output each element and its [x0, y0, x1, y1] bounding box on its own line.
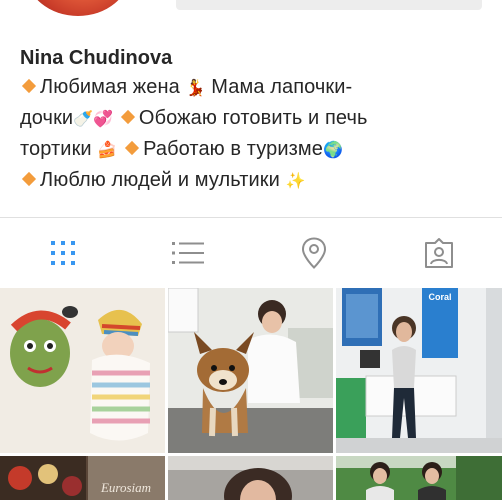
diamond-bullet-icon — [120, 109, 135, 125]
profile-header — [0, 0, 502, 40]
dancer-emoji: 💃 — [185, 78, 206, 97]
bio-text: дочки — [20, 107, 74, 129]
vet-dog-photo-image — [168, 288, 333, 453]
baby-photo-image — [0, 288, 165, 453]
bio-text: Работаю в туризме — [143, 138, 324, 160]
sparkles-emoji: ✨ — [285, 171, 306, 190]
sign-text: Eurosiam — [100, 480, 151, 495]
diamond-bullet-icon — [21, 171, 37, 187]
bio-text: Мама лапочки- — [211, 76, 353, 98]
photo-thumbnail[interactable] — [168, 456, 333, 500]
bottle-hearts-emoji: 🍼💞 — [73, 109, 114, 128]
photo-thumbnail[interactable] — [168, 288, 333, 453]
photo-thumbnail[interactable]: Eurosiam — [0, 456, 165, 500]
list-icon — [172, 242, 204, 264]
bio-text: Любимая жена — [40, 76, 180, 98]
portrait-photo-image — [168, 456, 333, 500]
office-photo-image: Coral — [336, 288, 502, 453]
photo-thumbnail[interactable] — [0, 288, 165, 453]
bio-text: Люблю людей и мультики — [40, 169, 280, 191]
edit-profile-button[interactable] — [176, 0, 482, 10]
diamond-bullet-icon — [125, 140, 140, 156]
tab-list[interactable] — [163, 230, 213, 276]
bio-line-1: Любимая жена 💃 Мама лапочки- — [20, 72, 490, 103]
photo-thumbnail[interactable]: Coral — [336, 288, 502, 453]
tab-tagged[interactable] — [414, 230, 464, 276]
bio-line-3: тортики 🍰 Работаю в туризме🌍 — [20, 134, 490, 165]
tagged-user-icon — [425, 238, 453, 268]
cake-emoji: 🍰 — [97, 140, 118, 159]
globe-emoji: 🌍 — [323, 140, 344, 159]
profile-tab-bar — [0, 218, 502, 288]
bio-text: Обожаю готовить и печь — [138, 107, 368, 129]
bio-line-2: дочки🍼💞 Обожаю готовить и печь — [20, 103, 490, 134]
bio-line-4: Люблю людей и мультики ✨ — [20, 165, 490, 196]
food-photo-image: Eurosiam — [0, 456, 165, 500]
tab-grid[interactable] — [38, 230, 88, 276]
profile-name: Nina Chudinova — [20, 47, 173, 69]
bio-text: тортики — [20, 138, 92, 160]
photo-grid: Coral Eurosiam — [0, 288, 502, 500]
friends-photo-image — [336, 456, 502, 500]
profile-bio: Nina Chudinova Любимая жена 💃 Мама лапоч… — [20, 44, 490, 196]
avatar[interactable] — [26, 0, 130, 16]
tab-location[interactable] — [289, 230, 339, 276]
grid-icon — [51, 241, 75, 265]
diamond-bullet-icon — [21, 78, 37, 94]
location-pin-icon — [301, 237, 327, 269]
coral-logo: Coral — [428, 292, 451, 302]
photo-thumbnail[interactable] — [336, 456, 502, 500]
